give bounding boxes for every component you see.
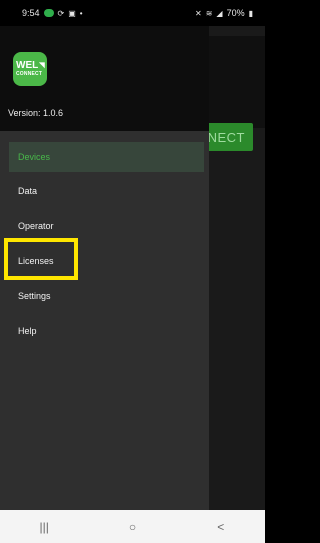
wifi-icon: ≋ (205, 8, 213, 18)
back-button[interactable]: < (196, 520, 246, 534)
menu-item-help[interactable]: Help (9, 316, 204, 346)
battery-icon: ▮ (248, 8, 253, 18)
menu-item-operator[interactable]: Operator (9, 211, 204, 241)
home-button[interactable]: ○ (107, 520, 157, 534)
dot-icon: • (79, 8, 83, 18)
drawer-header: WEL ◥ CONNECT Version: 1.0.6 (0, 26, 209, 131)
status-bar: 9:54 ⟳ ▣ • ✕ ≋ ◢ 70% ▮ (0, 0, 265, 26)
recents-button[interactable]: ||| (19, 520, 69, 534)
status-time: 9:54 (22, 8, 40, 18)
app-version: Version: 1.0.6 (8, 108, 64, 118)
logo-text-wel: WEL (16, 59, 39, 71)
menu-item-data[interactable]: Data (9, 176, 204, 206)
licenses-highlight-box (4, 238, 78, 280)
logo-wordmark: WEL ◥ (16, 59, 45, 71)
mute-icon: ✕ (195, 8, 202, 18)
wel-connect-logo: WEL ◥ CONNECT (13, 52, 47, 86)
status-right: ✕ ≋ ◢ 70% ▮ (195, 8, 253, 18)
system-nav-bar: ||| ○ < (0, 510, 265, 543)
status-left: 9:54 ⟳ ▣ • (22, 8, 83, 18)
battery-level: 70% (226, 8, 245, 18)
sync-icon: ⟳ (57, 8, 65, 18)
menu-item-settings[interactable]: Settings (9, 281, 204, 311)
chat-icon (43, 9, 54, 17)
logo-text-connect: CONNECT (16, 70, 43, 77)
menu-item-devices[interactable]: Devices (9, 142, 204, 172)
wifi-logo-icon: ◥ (39, 61, 45, 69)
image-icon: ▣ (68, 8, 76, 18)
signal-icon: ◢ (216, 8, 223, 18)
